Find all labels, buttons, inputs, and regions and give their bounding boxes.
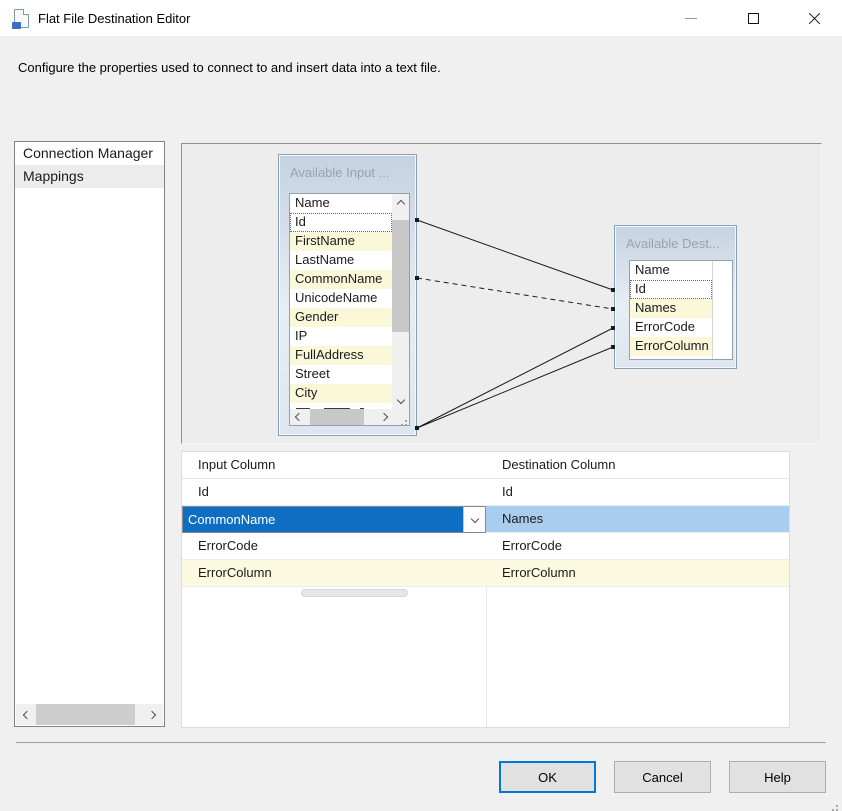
scroll-left-arrow[interactable] [16, 704, 36, 725]
resize-grip[interactable] [392, 409, 409, 425]
list-item[interactable]: City [290, 384, 392, 403]
maximize-button[interactable] [730, 0, 776, 36]
close-button[interactable] [791, 0, 837, 36]
list-item[interactable]: ErrorCode [630, 318, 712, 337]
mapping-line-errorcolumn [417, 347, 613, 428]
app-icon [14, 9, 29, 28]
grid-row: ErrorCodeErrorCode [182, 533, 789, 560]
sidebar-horizontal-scrollbar[interactable] [16, 704, 163, 725]
sidebar-item-mappings[interactable]: Mappings [15, 165, 164, 188]
grid-header-row: Input Column Destination Column [182, 452, 789, 479]
sidebar-item-connection-manager[interactable]: Connection Manager [15, 142, 164, 165]
list-item[interactable]: CommonName [290, 270, 392, 289]
grid-row: IdId [182, 479, 789, 506]
input-list-vertical-scrollbar[interactable] [392, 194, 409, 409]
window-resize-grip[interactable] [836, 805, 838, 807]
chevron-down-icon[interactable] [463, 507, 485, 532]
scrollbar-thumb[interactable] [36, 704, 135, 725]
list-item[interactable]: FullAddress [290, 346, 392, 365]
list-item[interactable]: Id [630, 280, 712, 299]
scroll-down-arrow[interactable] [392, 393, 409, 409]
input-list-horizontal-scrollbar[interactable] [290, 409, 392, 425]
input-column-header: Input Column [182, 452, 486, 478]
input-column-cell[interactable]: ErrorColumn [182, 560, 486, 586]
mapping-line-id [417, 220, 613, 290]
maximize-icon [748, 13, 759, 24]
list-item[interactable]: UnicodeName [290, 289, 392, 308]
empty-column-strip [712, 261, 732, 359]
scroll-left-arrow[interactable] [290, 409, 305, 425]
mapping-diagram-panel: Available Input ... NameIdFirstNameLastN… [181, 143, 822, 444]
list-item[interactable]: FirstName [290, 232, 392, 251]
help-button[interactable]: Help [729, 761, 826, 793]
list-item[interactable]: LastName [290, 251, 392, 270]
close-icon [808, 12, 821, 25]
scrollbar-thumb[interactable] [392, 220, 409, 332]
title-bar: Flat File Destination Editor [0, 0, 842, 36]
column-mapping-grid: Input Column Destination Column IdIdComm… [181, 451, 790, 728]
window-title: Flat File Destination Editor [38, 11, 190, 26]
grid-overlay-scrollbar[interactable] [301, 589, 408, 597]
input-table-title: Available Input ... [279, 155, 416, 180]
scrollbar-track[interactable] [36, 704, 143, 725]
scroll-right-arrow[interactable] [143, 704, 163, 725]
mapping-line-commonname [417, 278, 613, 309]
list-item[interactable]: Gender [290, 308, 392, 327]
list-item[interactable]: Id [290, 213, 392, 232]
available-input-columns-table[interactable]: Available Input ... NameIdFirstNameLastN… [278, 154, 417, 436]
grid-row: ErrorColumnErrorColumn [182, 560, 789, 587]
minimize-button[interactable] [668, 0, 714, 36]
list-column-header: Name [290, 194, 392, 213]
destination-column-header: Destination Column [486, 452, 789, 478]
dialog-description: Configure the properties used to connect… [18, 60, 441, 75]
footer-separator [16, 742, 826, 743]
list-item[interactable]: Street [290, 365, 392, 384]
combobox-value: CommonName [183, 507, 463, 532]
destination-column-cell[interactable]: ErrorCode [486, 533, 789, 559]
list-column-header: Name [630, 261, 712, 280]
scroll-up-arrow[interactable] [392, 194, 409, 210]
destination-column-cell[interactable]: Id [486, 479, 789, 505]
scrollbar-thumb[interactable] [310, 409, 364, 425]
minimize-icon [685, 18, 697, 19]
list-item[interactable]: ErrorColumn [630, 337, 712, 356]
input-column-combobox[interactable]: CommonName [182, 506, 486, 532]
destination-column-cell[interactable]: ErrorColumn [486, 560, 789, 586]
available-destination-columns-table[interactable]: Available Dest... NameIdNamesErrorCodeEr… [614, 225, 737, 369]
mapping-line-errorcode [417, 328, 613, 428]
dest-column-list: NameIdNamesErrorCodeErrorColumn [629, 260, 733, 360]
list-item[interactable]: Names [630, 299, 712, 318]
ok-button[interactable]: OK [499, 761, 596, 793]
input-column-cell: CommonName [182, 506, 486, 532]
input-column-list: NameIdFirstNameLastNameCommonNameUnicode… [289, 193, 410, 426]
scroll-right-arrow[interactable] [377, 409, 392, 425]
input-column-cell[interactable]: ErrorCode [182, 533, 486, 559]
dest-table-title: Available Dest... [615, 226, 736, 251]
cancel-button[interactable]: Cancel [614, 761, 711, 793]
list-item[interactable]: IP [290, 327, 392, 346]
grid-row: CommonName Names [182, 506, 789, 533]
input-column-cell[interactable]: Id [182, 479, 486, 505]
sidebar: Connection ManagerMappings [14, 141, 165, 727]
destination-column-cell[interactable]: Names [486, 506, 789, 532]
